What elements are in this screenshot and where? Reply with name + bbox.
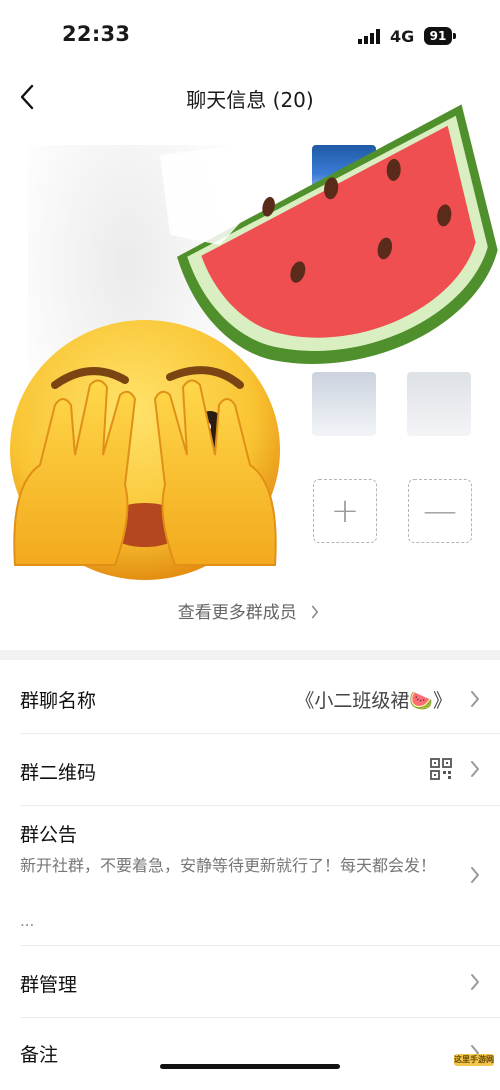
group-manage-row[interactable]: 群管理 bbox=[0, 946, 500, 1018]
chevron-right-icon bbox=[471, 691, 479, 707]
view-more-label: 查看更多群成员 bbox=[177, 603, 297, 623]
signal-icon bbox=[358, 29, 380, 44]
add-member-button[interactable]: + bbox=[313, 479, 377, 543]
watermark-badge: 这里手游网 bbox=[454, 1054, 494, 1066]
view-more-members-link[interactable]: 查看更多群成员 bbox=[0, 598, 500, 623]
group-qr-code-row[interactable]: 群二维码 bbox=[0, 734, 500, 806]
remark-row[interactable]: 备注 bbox=[0, 1018, 500, 1090]
status-time: 22:33 bbox=[62, 22, 131, 46]
group-announcement-label: 群公告 bbox=[20, 824, 78, 846]
group-name-value: 《小二班级裙🍉》 bbox=[295, 690, 452, 712]
network-type: 4G bbox=[390, 27, 415, 46]
remark-label: 备注 bbox=[20, 1044, 59, 1066]
battery-level: 91 bbox=[429, 29, 447, 43]
group-announcement-ellipsis: ... bbox=[20, 912, 35, 930]
qr-code-icon bbox=[430, 758, 452, 780]
group-announcement-text: 新开社群，不要着急，安静等待更新就行了！每天都会发！ bbox=[20, 856, 437, 875]
chevron-right-icon bbox=[312, 605, 319, 619]
group-qr-code-label: 群二维码 bbox=[20, 762, 97, 784]
home-indicator[interactable] bbox=[160, 1064, 340, 1069]
chevron-right-icon bbox=[471, 867, 479, 883]
minus-icon: — bbox=[423, 491, 457, 531]
group-manage-label: 群管理 bbox=[20, 974, 78, 996]
remove-member-button[interactable]: — bbox=[408, 479, 472, 543]
group-name-label: 群聊名称 bbox=[20, 690, 97, 712]
group-name-row[interactable]: 群聊名称 《小二班级裙🍉》 bbox=[0, 662, 500, 734]
see-no-evil-emoji-sticker bbox=[10, 320, 280, 580]
battery-icon: 91 bbox=[424, 27, 452, 45]
plus-icon: + bbox=[330, 491, 360, 531]
chevron-right-icon bbox=[471, 974, 479, 990]
battery-tip bbox=[453, 33, 456, 39]
section-divider bbox=[0, 650, 500, 660]
chevron-right-icon bbox=[471, 761, 479, 777]
